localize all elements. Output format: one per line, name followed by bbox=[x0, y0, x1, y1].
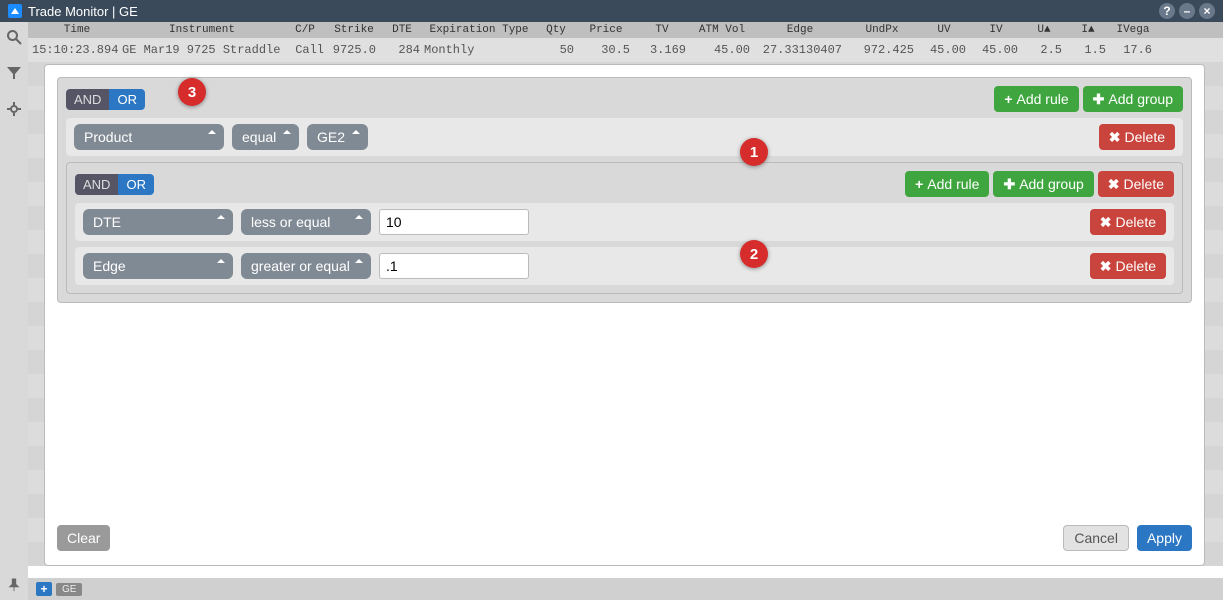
callout-3: 3 bbox=[178, 78, 206, 106]
rule3-value-input[interactable] bbox=[379, 253, 529, 279]
filter-dialog: AND OR +Add rule ✚Add group Product equa… bbox=[44, 64, 1205, 566]
rule-dte: DTE less or equal ✖Delete bbox=[75, 203, 1174, 241]
sub-add-rule-button[interactable]: +Add rule bbox=[905, 171, 989, 197]
rule1-operator-select[interactable]: equal bbox=[232, 124, 299, 150]
sub-or-option[interactable]: OR bbox=[118, 174, 154, 195]
plus-circle-icon: ✚ bbox=[1093, 91, 1105, 108]
bottom-tab-strip: + GE bbox=[28, 578, 1223, 600]
pin-icon[interactable] bbox=[5, 576, 23, 594]
app-logo-icon bbox=[8, 4, 22, 18]
root-add-group-button[interactable]: ✚Add group bbox=[1083, 86, 1183, 112]
minimize-icon[interactable]: – bbox=[1179, 3, 1195, 19]
root-group: AND OR +Add rule ✚Add group Product equa… bbox=[57, 77, 1192, 303]
x-icon: ✖ bbox=[1100, 214, 1112, 231]
root-and-option[interactable]: AND bbox=[66, 89, 109, 110]
window-title: Trade Monitor | GE bbox=[28, 4, 138, 19]
root-add-rule-button[interactable]: +Add rule bbox=[994, 86, 1078, 112]
sub-add-group-button[interactable]: ✚Add group bbox=[993, 171, 1093, 197]
left-icon-strip bbox=[0, 22, 28, 600]
rule3-operator-select[interactable]: greater or equal bbox=[241, 253, 371, 279]
root-andor-toggle[interactable]: AND OR bbox=[66, 89, 145, 110]
x-icon: ✖ bbox=[1100, 258, 1112, 275]
dialog-backdrop: AND OR +Add rule ✚Add group Product equa… bbox=[28, 22, 1223, 578]
rule3-delete-button[interactable]: ✖Delete bbox=[1090, 253, 1166, 279]
rule-product: Product equal GE2 ✖Delete bbox=[66, 118, 1183, 156]
plus-icon: + bbox=[915, 176, 923, 192]
plus-circle-icon: ✚ bbox=[1003, 176, 1015, 193]
sub-and-option[interactable]: AND bbox=[75, 174, 118, 195]
close-icon[interactable]: × bbox=[1199, 3, 1215, 19]
tab-ge[interactable]: GE bbox=[56, 583, 82, 596]
rule-edge: Edge greater or equal ✖Delete bbox=[75, 247, 1174, 285]
rule2-value-input[interactable] bbox=[379, 209, 529, 235]
rule2-operator-select[interactable]: less or equal bbox=[241, 209, 371, 235]
rule2-field-select[interactable]: DTE bbox=[83, 209, 233, 235]
x-icon: ✖ bbox=[1108, 176, 1120, 193]
rule1-delete-button[interactable]: ✖Delete bbox=[1099, 124, 1175, 150]
gear-icon[interactable] bbox=[5, 100, 23, 118]
titlebar: Trade Monitor | GE ? – × bbox=[0, 0, 1223, 22]
filter-icon[interactable] bbox=[5, 64, 23, 82]
rule1-field-select[interactable]: Product bbox=[74, 124, 224, 150]
cancel-button[interactable]: Cancel bbox=[1063, 525, 1129, 551]
rule1-value-select[interactable]: GE2 bbox=[307, 124, 368, 150]
sub-group: AND OR +Add rule ✚Add group ✖Delete DTE … bbox=[66, 162, 1183, 294]
clear-button[interactable]: Clear bbox=[57, 525, 110, 551]
sub-delete-group-button[interactable]: ✖Delete bbox=[1098, 171, 1174, 197]
x-icon: ✖ bbox=[1109, 129, 1121, 146]
search-icon[interactable] bbox=[5, 28, 23, 46]
plus-icon: + bbox=[1004, 91, 1012, 107]
callout-1: 1 bbox=[740, 138, 768, 166]
apply-button[interactable]: Apply bbox=[1137, 525, 1192, 551]
dialog-footer: Clear Cancel Apply bbox=[45, 515, 1204, 565]
sub-andor-toggle[interactable]: AND OR bbox=[75, 174, 154, 195]
add-tab-button[interactable]: + bbox=[36, 582, 52, 596]
rule3-field-select[interactable]: Edge bbox=[83, 253, 233, 279]
rule2-delete-button[interactable]: ✖Delete bbox=[1090, 209, 1166, 235]
help-icon[interactable]: ? bbox=[1159, 3, 1175, 19]
callout-2: 2 bbox=[740, 240, 768, 268]
root-or-option[interactable]: OR bbox=[109, 89, 145, 110]
